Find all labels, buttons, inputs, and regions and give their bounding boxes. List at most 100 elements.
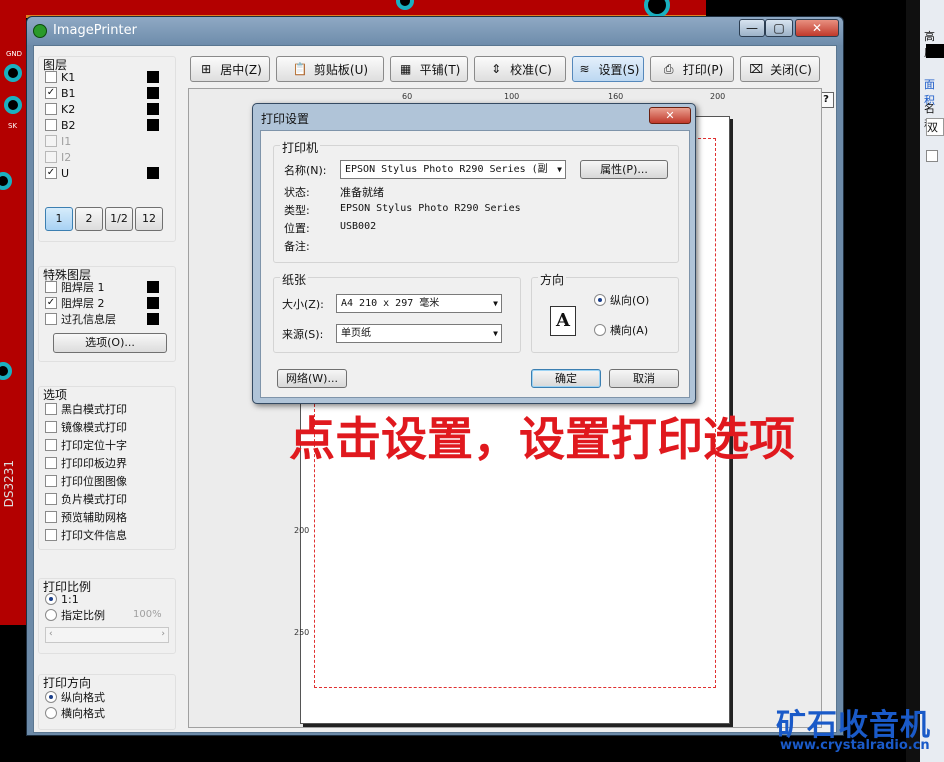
- title-bar[interactable]: ImagePrinter — ▢ ✕: [27, 17, 843, 45]
- checkbox-box: [45, 135, 57, 147]
- scale-slider[interactable]: ‹ ›: [45, 627, 169, 643]
- option-checkbox-4[interactable]: 打印印板边界: [45, 455, 127, 471]
- top-ruler: 60 100 160 200: [190, 90, 750, 104]
- toolbar-button-4[interactable]: ⇕ 校准(C): [474, 56, 566, 82]
- layer-checkbox-u[interactable]: ✓ U: [45, 165, 69, 181]
- side-field[interactable]: 双面: [926, 118, 944, 136]
- section-title: 纸张: [280, 271, 309, 288]
- layer-checkbox-k1[interactable]: K1: [45, 69, 75, 85]
- network-button[interactable]: 网络(W)...: [277, 369, 347, 388]
- divider-strip: [906, 0, 920, 762]
- option-checkbox-5[interactable]: 打印位图图像: [45, 473, 127, 489]
- printer-port-value: USB002: [340, 221, 377, 232]
- radio-label: 纵向(O): [610, 294, 650, 307]
- paper-source-select[interactable]: 单页纸 ▼: [336, 324, 502, 343]
- checkbox-label: 负片模式打印: [61, 493, 127, 506]
- print-options-group: 选项 黑白模式打印 镜像模式打印 打印定位十字 打印印板边界 打印位图图像 负片模式打印预…: [38, 386, 176, 550]
- checkbox-box: [45, 71, 57, 83]
- checkbox-label: 预览辅助网格: [61, 511, 127, 524]
- option-checkbox-3[interactable]: 打印定位十字: [45, 437, 127, 453]
- landscape-format-radio[interactable]: 横向格式: [45, 705, 105, 721]
- checkbox-label: K2: [61, 102, 76, 116]
- layer-view-stacked-button[interactable]: 1/2: [105, 207, 133, 231]
- checkbox-box: ✓: [45, 167, 57, 179]
- checkbox-label: U: [61, 166, 70, 180]
- special-layer-checkbox-2[interactable]: ✓ 阻焊层 2: [45, 295, 105, 311]
- toolbar-button-5[interactable]: ≋ 设置(S): [572, 56, 644, 82]
- toolbar-button-7[interactable]: ⌧ 关闭(C): [740, 56, 820, 82]
- left-ruler: 200 250: [294, 346, 309, 746]
- via-pad: [4, 64, 22, 82]
- checkbox-label: 阻焊层 2: [61, 297, 105, 310]
- portrait-radio[interactable]: 纵向(O): [594, 292, 649, 308]
- maximize-button[interactable]: ▢: [765, 19, 793, 37]
- option-checkbox-6[interactable]: 负片模式打印: [45, 491, 127, 507]
- checkbox-box: ✓: [45, 87, 57, 99]
- paper-section: 纸张 大小(Z): A4 210 x 297 毫米 ▼ 来源(S): 单页纸 ▼: [273, 271, 521, 353]
- ruler-tick-label: 100: [504, 92, 520, 101]
- layer-color-swatch[interactable]: [147, 297, 159, 309]
- toolbar-button-3[interactable]: ▦ 平铺(T): [390, 56, 468, 82]
- orientation-section: 方向 A 纵向(O) 横向(A): [531, 271, 679, 353]
- layer-view-bottom-button[interactable]: 2: [75, 207, 103, 231]
- checkbox-label: I1: [61, 134, 72, 148]
- minimize-button[interactable]: —: [739, 19, 765, 37]
- option-checkbox-7[interactable]: 预览辅助网格: [45, 509, 127, 525]
- layer-color-swatch[interactable]: [147, 313, 159, 325]
- select-value: A4 210 x 297 毫米: [341, 298, 440, 309]
- select-value: 单页纸: [341, 328, 371, 339]
- printer-name-select[interactable]: EPSON Stylus Photo R290 Series (副 ▼: [340, 160, 566, 179]
- option-checkbox-8[interactable]: 打印文件信息: [45, 527, 127, 543]
- center-icon: ⊞: [201, 62, 212, 76]
- landscape-radio[interactable]: 横向(A): [594, 322, 648, 338]
- checkbox-box: ✓: [45, 297, 57, 309]
- radio-indicator: [45, 609, 57, 621]
- checkbox-box: [45, 475, 57, 487]
- scale-custom-radio[interactable]: 指定比例: [45, 607, 105, 623]
- checkbox-box: [45, 493, 57, 505]
- layer-checkbox-k2[interactable]: K2: [45, 101, 75, 117]
- special-layer-checkbox-3[interactable]: 过孔信息层: [45, 311, 116, 327]
- checkbox-box: [45, 281, 57, 293]
- checkbox-box: [45, 119, 57, 131]
- toolbar-button-label: 关闭(C): [770, 62, 812, 77]
- checkbox-label: B1: [61, 86, 76, 100]
- properties-button[interactable]: 属性(P)...: [580, 160, 668, 179]
- option-checkbox-1[interactable]: 黑白模式打印: [45, 401, 127, 417]
- layer-color-swatch[interactable]: [147, 71, 159, 83]
- portrait-format-radio[interactable]: 纵向格式: [45, 689, 105, 705]
- checkbox-box: [45, 313, 57, 325]
- dialog-close-button[interactable]: ✕: [649, 107, 691, 124]
- layer-color-swatch[interactable]: [147, 103, 159, 115]
- toolbar-button-2[interactable]: 📋 剪贴板(U): [276, 56, 384, 82]
- layer-color-swatch[interactable]: [147, 167, 159, 179]
- toolbar-button-label: 居中(Z): [220, 62, 262, 77]
- toolbar-button-1[interactable]: ⊞ 居中(Z): [190, 56, 270, 82]
- layer-color-swatch[interactable]: [147, 119, 159, 131]
- layer-view-side-button[interactable]: 12: [135, 207, 163, 231]
- layer-view-top-button[interactable]: 1: [45, 207, 73, 231]
- checkbox-box: [45, 403, 57, 415]
- ok-button[interactable]: 确定: [531, 369, 601, 388]
- right-side-panel: 高度 面积 名称 双面: [920, 0, 944, 762]
- radio-indicator: [45, 707, 57, 719]
- toolbar-button-6[interactable]: ⎙ 打印(P): [650, 56, 734, 82]
- layer-checkbox-b1[interactable]: ✓ B1: [45, 85, 76, 101]
- scale-1-1-radio[interactable]: 1:1: [45, 591, 79, 607]
- special-layer-checkbox-1[interactable]: 阻焊层 1: [45, 279, 105, 295]
- checkbox-box: [45, 103, 57, 115]
- option-checkbox-2[interactable]: 镜像模式打印: [45, 419, 127, 435]
- ruler-tick-label: 60: [402, 92, 413, 101]
- layer-checkbox-b2[interactable]: B2: [45, 117, 76, 133]
- checkbox-box: [45, 457, 57, 469]
- cancel-button[interactable]: 取消: [609, 369, 679, 388]
- layer-color-swatch[interactable]: [147, 87, 159, 99]
- field-label: 来源(S):: [282, 328, 324, 341]
- paper-size-select[interactable]: A4 210 x 297 毫米 ▼: [336, 294, 502, 313]
- side-checkbox[interactable]: [926, 150, 938, 162]
- close-window-button[interactable]: ✕: [795, 19, 839, 37]
- checkbox-label: K1: [61, 70, 76, 84]
- options-button[interactable]: 选项(O)...: [53, 333, 167, 353]
- field-label: 状态:: [284, 186, 310, 199]
- layer-color-swatch[interactable]: [147, 281, 159, 293]
